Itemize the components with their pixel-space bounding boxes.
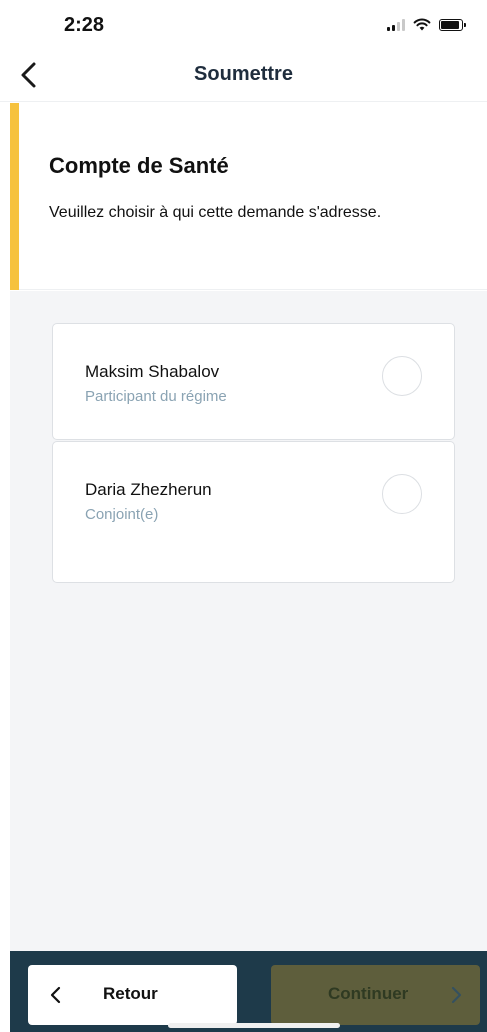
header-card: Compte de Santé Veuillez choisir à qui c… <box>10 103 487 290</box>
accent-bar <box>10 103 19 290</box>
chevron-left-icon <box>50 986 61 1004</box>
option-card-maksim[interactable]: Maksim Shabalov Participant du régime <box>52 323 455 440</box>
radio-button[interactable] <box>382 474 422 514</box>
option-name: Maksim Shabalov <box>85 362 220 381</box>
continue-button-label: Continuer <box>328 984 409 1003</box>
section-subtitle: Veuillez choisir à qui cette demande s'a… <box>49 204 382 221</box>
options-area: Maksim Shabalov Participant du régime Da… <box>10 291 487 951</box>
section-title: Compte de Santé <box>49 153 229 178</box>
status-time: 2:28 <box>64 14 105 36</box>
back-button[interactable]: Retour <box>28 965 237 1025</box>
continue-button[interactable]: Continuer <box>271 965 480 1025</box>
status-bar: 2:28 <box>0 0 487 50</box>
option-role: Participant du régime <box>85 388 227 405</box>
battery-icon <box>439 18 466 31</box>
radio-button[interactable] <box>382 356 422 396</box>
home-indicator <box>168 1023 340 1028</box>
page-title: Soumettre <box>194 63 293 85</box>
option-card-daria[interactable]: Daria Zhezherun Conjoint(e) <box>52 441 455 583</box>
chevron-right-icon <box>451 986 462 1004</box>
option-name: Daria Zhezherun <box>85 480 212 499</box>
wifi-icon <box>413 18 431 31</box>
footer-bar: Retour Continuer <box>10 951 487 1032</box>
nav-bar: Soumettre <box>0 50 487 102</box>
app-screen: 2:28 Soumettre Compte de Santé Veuillez … <box>0 0 487 1032</box>
status-icons <box>387 18 466 31</box>
back-button-label: Retour <box>103 984 158 1003</box>
signal-icon <box>387 18 405 31</box>
option-role: Conjoint(e) <box>85 506 159 523</box>
